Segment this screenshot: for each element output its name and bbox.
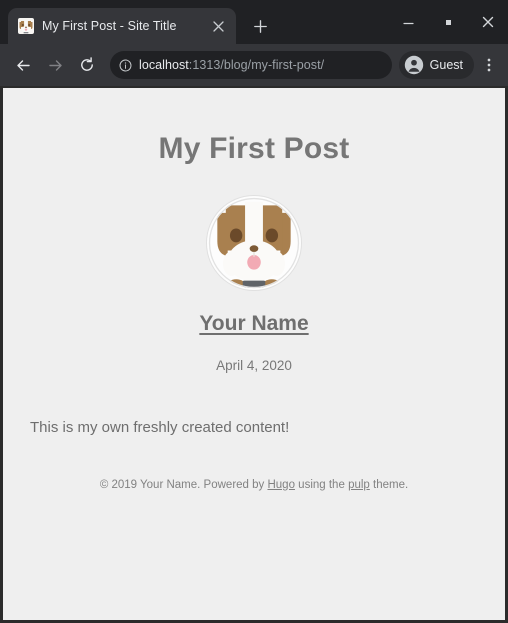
avatar-container	[29, 196, 479, 290]
tab-title: My First Post - Site Title	[42, 19, 177, 33]
new-tab-button[interactable]	[246, 12, 274, 40]
window-close-button[interactable]	[468, 0, 508, 44]
window-maximize-button[interactable]	[428, 0, 468, 44]
post-date: April 4, 2020	[216, 358, 292, 373]
url-host: localhost	[139, 58, 189, 72]
footer-copyright: © 2019 Your Name. Powered by	[99, 478, 268, 491]
page-viewport: My First Post Your Name April 4, 2020 Th…	[0, 86, 508, 623]
tab-close-icon[interactable]	[208, 16, 228, 36]
tab-strip: My First Post - Site Title	[0, 0, 508, 44]
browser-window: My First Post - Site Title localhost:131…	[0, 0, 508, 623]
author-container: Your Name	[29, 312, 479, 336]
window-controls	[388, 0, 508, 44]
profile-button[interactable]: Guest	[398, 51, 474, 79]
person-icon	[404, 55, 423, 75]
browser-tab[interactable]: My First Post - Site Title	[8, 8, 236, 44]
page-footer: © 2019 Your Name. Powered by Hugo using …	[29, 479, 479, 491]
footer-link-hugo[interactable]: Hugo	[267, 479, 295, 491]
dog-face-favicon	[18, 18, 34, 34]
browser-menu-button[interactable]	[476, 50, 502, 80]
address-bar-url: localhost:1313/blog/my-first-post/	[139, 58, 324, 72]
window-minimize-button[interactable]	[388, 0, 428, 44]
dog-avatar	[207, 196, 301, 290]
browser-toolbar: localhost:1313/blog/my-first-post/ Guest	[0, 44, 508, 86]
back-button[interactable]	[8, 50, 38, 80]
info-circle-icon[interactable]	[119, 59, 132, 72]
profile-name: Guest	[429, 58, 463, 72]
footer-suffix-text: theme.	[369, 478, 409, 491]
address-bar[interactable]: localhost:1313/blog/my-first-post/	[110, 51, 392, 79]
footer-link-pulp[interactable]: pulp	[348, 479, 370, 491]
footer-middle-text: using the	[294, 478, 349, 491]
forward-button[interactable]	[40, 50, 70, 80]
author-link[interactable]: Your Name	[199, 312, 308, 335]
post-body: This is my own freshly created content!	[30, 419, 290, 436]
blog-post-page: My First Post Your Name April 4, 2020 Th…	[3, 132, 505, 620]
url-path: :1313/blog/my-first-post/	[188, 58, 325, 72]
page-title: My First Post	[158, 132, 350, 165]
reload-button[interactable]	[72, 50, 102, 80]
